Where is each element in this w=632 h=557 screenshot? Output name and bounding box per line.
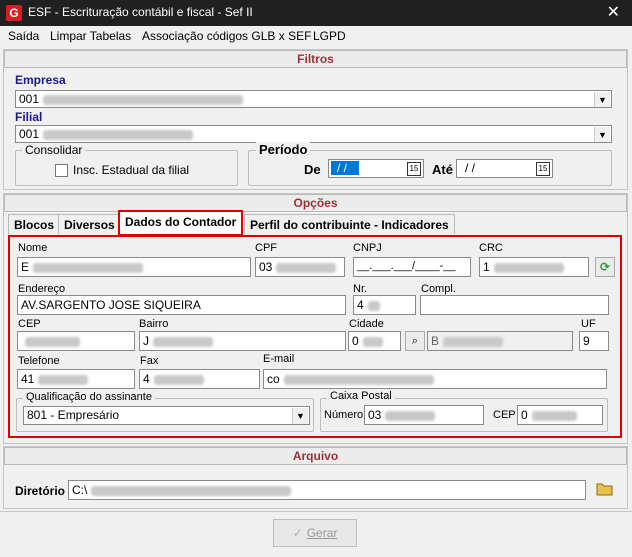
telefone-value: 41 bbox=[21, 372, 35, 386]
consolidar-title: Consolidar bbox=[22, 143, 86, 157]
bottom-divider bbox=[0, 511, 632, 512]
window-title: ESF - Escrituração contábil e fiscal - S… bbox=[28, 5, 253, 19]
tab-blocos[interactable]: Blocos bbox=[8, 214, 61, 234]
menu-associacao[interactable]: Associação códigos GLB x SEF bbox=[142, 29, 311, 43]
bairro-label: Bairro bbox=[139, 318, 169, 330]
menu-saida[interactable]: Saída bbox=[8, 29, 39, 43]
fax-value: 4 bbox=[143, 372, 150, 386]
crc-label: CRC bbox=[479, 242, 503, 254]
telefone-input[interactable]: 41 bbox=[17, 369, 135, 389]
bairro-value: J bbox=[143, 334, 149, 348]
ate-label: Até bbox=[432, 162, 453, 177]
menu-limpar-tabelas[interactable]: Limpar Tabelas bbox=[50, 29, 131, 43]
diretorio-value: C:\ bbox=[72, 483, 88, 497]
cnpj-label: CNPJ bbox=[353, 242, 382, 254]
cep-label: CEP bbox=[18, 318, 41, 330]
diretorio-label: Diretório bbox=[15, 484, 66, 498]
folder-icon[interactable] bbox=[596, 481, 614, 497]
fax-label: Fax bbox=[140, 355, 159, 367]
menu-bar: Saída Limpar Tabelas Associação códigos … bbox=[0, 26, 632, 46]
cpf-value: 03 bbox=[259, 260, 273, 274]
cnpj-input[interactable]: __.___.___/____-__ bbox=[353, 257, 471, 277]
gerar-label: Gerar bbox=[306, 526, 338, 540]
de-label: De bbox=[304, 162, 321, 177]
refresh-icon[interactable]: ⟳ bbox=[595, 257, 615, 277]
qualificacao-value: 801 - Empresário bbox=[27, 408, 120, 422]
qualificacao-title: Qualificação do assinante bbox=[23, 391, 155, 403]
endereco-input[interactable]: AV.SARGENTO JOSE SIQUEIRA bbox=[17, 295, 346, 315]
cpf-input[interactable]: 03 bbox=[255, 257, 345, 277]
arquivo-header: Arquivo bbox=[4, 447, 627, 465]
telefone-label: Telefone bbox=[18, 355, 60, 367]
tab-perfil-contribuinte[interactable]: Perfil do contribuinte - Indicadores bbox=[244, 214, 455, 234]
empresa-dropdown-icon[interactable]: ▼ bbox=[594, 92, 610, 107]
de-calendar-icon[interactable]: 15 bbox=[407, 162, 421, 176]
filial-dropdown-icon[interactable]: ▼ bbox=[594, 127, 610, 142]
menu-lgpd[interactable]: LGPD bbox=[313, 29, 346, 43]
opcoes-header: Opções bbox=[4, 194, 627, 212]
periodo-title: Período bbox=[256, 142, 311, 157]
compl-input[interactable] bbox=[420, 295, 609, 315]
crc-value: 1 bbox=[483, 260, 490, 274]
nr-input[interactable]: 4 bbox=[353, 295, 416, 315]
diretorio-input[interactable]: C:\ bbox=[68, 480, 586, 500]
ate-calendar-icon[interactable]: 15 bbox=[536, 162, 550, 176]
de-date-value: / / bbox=[331, 161, 360, 175]
numero-value: 03 bbox=[368, 408, 382, 422]
nr-value: 4 bbox=[357, 298, 364, 312]
cidade-code-value: 0 bbox=[352, 334, 359, 348]
cep-input[interactable] bbox=[17, 331, 135, 351]
tab-diversos[interactable]: Diversos bbox=[58, 214, 121, 234]
uf-label: UF bbox=[581, 318, 596, 330]
empresa-select[interactable]: 001 ▼ bbox=[15, 90, 612, 108]
ate-date-input[interactable]: / / 15 bbox=[456, 159, 553, 178]
email-value: co bbox=[267, 372, 280, 386]
nome-input[interactable]: E bbox=[17, 257, 251, 277]
cidade-label: Cidade bbox=[349, 318, 384, 330]
fax-input[interactable]: 4 bbox=[139, 369, 260, 389]
empresa-value: 001 bbox=[19, 92, 40, 106]
app-logo-icon: G bbox=[6, 5, 22, 21]
bairro-input[interactable]: J bbox=[139, 331, 346, 351]
check-icon: ✓ bbox=[292, 526, 303, 540]
qualificacao-select[interactable]: 801 - Empresário ▼ bbox=[23, 406, 310, 425]
filial-select[interactable]: 001 ▼ bbox=[15, 125, 612, 143]
caixa-postal-title: Caixa Postal bbox=[327, 390, 395, 402]
uf-input[interactable]: 9 bbox=[579, 331, 609, 351]
insc-estadual-checkbox[interactable] bbox=[55, 164, 68, 178]
email-input[interactable]: co bbox=[263, 369, 607, 389]
caixa-cep-value: 0 bbox=[521, 408, 528, 422]
endereco-label: Endereço bbox=[18, 283, 66, 295]
filial-label: Filial bbox=[15, 110, 43, 124]
binoculars-icon[interactable]: ⌕ bbox=[405, 331, 425, 351]
cidade-name-input: B bbox=[427, 331, 573, 351]
nome-label: Nome bbox=[18, 242, 48, 254]
gerar-button[interactable]: ✓ Gerar bbox=[273, 519, 357, 547]
numero-input[interactable]: 03 bbox=[364, 405, 484, 425]
close-button[interactable]: ✕ bbox=[607, 2, 620, 22]
cep2-label: CEP bbox=[493, 409, 516, 421]
tab-dados-do-contador[interactable]: Dados do Contador bbox=[118, 210, 244, 236]
cidade-code-input[interactable]: 0 bbox=[348, 331, 401, 351]
numero-label: Número bbox=[324, 409, 364, 421]
ate-date-value: / / bbox=[465, 161, 476, 175]
filtros-header: Filtros bbox=[4, 50, 627, 68]
insc-estadual-option[interactable]: Insc. Estadual da filial bbox=[55, 163, 190, 178]
de-date-input[interactable]: / / 15 bbox=[328, 159, 424, 178]
nome-value: E bbox=[21, 260, 30, 274]
tab-strip: Blocos Diversos Dados do Contador Perfil… bbox=[8, 210, 623, 236]
uf-value: 9 bbox=[583, 334, 590, 348]
email-label: E-mail bbox=[263, 353, 295, 365]
qualificacao-dropdown-icon[interactable]: ▼ bbox=[292, 408, 308, 424]
cidade-name-value: B bbox=[431, 334, 440, 348]
compl-label: Compl. bbox=[421, 283, 456, 295]
caixa-cep-input[interactable]: 0 bbox=[517, 405, 603, 425]
title-bar: G ESF - Escrituração contábil e fiscal -… bbox=[0, 0, 632, 26]
empresa-label: Empresa bbox=[15, 73, 66, 87]
cpf-label: CPF bbox=[255, 242, 277, 254]
insc-estadual-label: Insc. Estadual da filial bbox=[73, 163, 190, 177]
nr-label: Nr. bbox=[353, 283, 368, 295]
filial-value: 001 bbox=[19, 127, 40, 141]
crc-input[interactable]: 1 bbox=[479, 257, 589, 277]
